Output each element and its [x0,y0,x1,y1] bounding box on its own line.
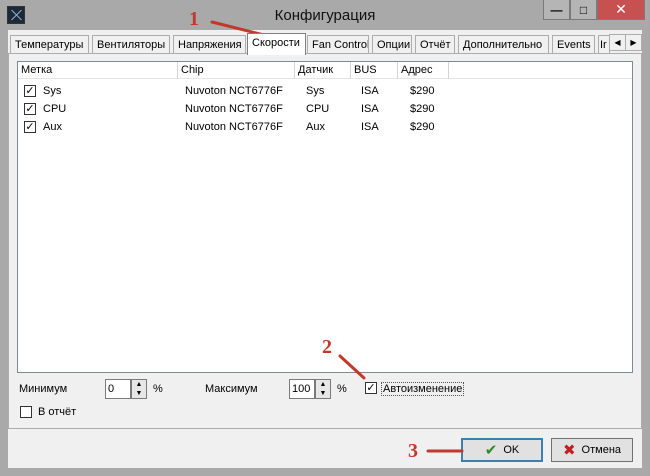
col-chip[interactable]: Chip [178,62,295,79]
max-spin-icon[interactable]: ▲ ▼ [315,379,331,399]
min-label: Минимум [19,383,68,395]
table-row[interactable]: ✓ CPU Nuvoton NCT6776F CPU ISA $290 [18,100,632,118]
checkmark-icon: ✔ [484,442,498,459]
annotation-1: 1 [189,8,199,30]
row-address: $290 [410,121,435,133]
min-input[interactable]: 0 [105,379,131,399]
row-chip: Nuvoton NCT6776F [185,85,283,97]
row-address: $290 [410,85,435,97]
row-address: $290 [410,103,435,115]
row-label: CPU [43,103,67,115]
row-sensor: Sys [306,85,325,97]
cross-icon: ✖ [562,442,576,459]
row-label: Aux [43,121,62,133]
max-input[interactable]: 100 [289,379,315,399]
col-label[interactable]: Метка [18,62,178,79]
row-bus: ISA [361,103,379,115]
col-bus[interactable]: BUS [351,62,398,79]
tab-events[interactable]: Events [552,35,595,54]
tab-strip: Температуры Вентиляторы Напряжения Скоро… [8,33,642,55]
maximize-button[interactable]: □ [570,0,597,20]
tab-temperatures[interactable]: Температуры [10,35,89,54]
tab-scroll-right-icon[interactable]: ▶ [625,34,642,51]
list-header: Метка Chip Датчик BUS Адрес [18,62,632,79]
tab-voltages[interactable]: Напряжения [173,35,246,54]
ok-button-label: OK [503,444,520,456]
cancel-button-label: Отмена [581,444,622,456]
minimize-button[interactable]: — [543,0,570,20]
range-controls: Минимум 0 ▲ ▼ % Максимум 100 ▲ ▼ % ✓ Автои… [9,374,643,430]
in-report-label[interactable]: В отчёт [38,406,76,418]
row-sensor: CPU [306,103,330,115]
row-chip: Nuvoton NCT6776F [185,121,283,133]
tab-fans[interactable]: Вентиляторы [92,35,170,54]
tab-speeds[interactable]: Скорости [247,33,306,55]
col-address[interactable]: Адрес [398,62,449,79]
row-sensor: Aux [306,121,325,133]
row-bus: ISA [361,85,379,97]
table-row[interactable]: ✓ Aux Nuvoton NCT6776F Aux ISA $290 [18,118,632,136]
row-label: Sys [43,85,62,97]
min-spin-icon[interactable]: ▲ ▼ [131,379,147,399]
max-label: Максимум [205,383,258,395]
close-button[interactable]: ✕ [597,0,645,20]
row-checkbox[interactable]: ✓ [24,121,36,133]
auto-change-checkbox[interactable]: ✓ [365,382,377,394]
tab-options[interactable]: Опции [372,35,412,54]
min-unit: % [153,383,163,395]
ok-button[interactable]: ✔ OK [461,438,543,462]
fan-speed-list[interactable]: Метка Chip Датчик BUS Адрес ✓ Sys Nuvoto… [17,61,633,373]
tab-advanced[interactable]: Дополнительно [458,35,549,54]
speeds-panel: Метка Chip Датчик BUS Адрес ✓ Sys Nuvoto… [8,53,642,429]
row-checkbox[interactable]: ✓ [24,103,36,115]
config-window: Конфигурация — □ ✕ Температуры Вентилято… [0,0,650,476]
tab-fan-control[interactable]: Fan Control [307,35,369,54]
row-chip: Nuvoton NCT6776F [185,103,283,115]
in-report-checkbox[interactable] [20,406,32,418]
col-sensor[interactable]: Датчик [295,62,351,79]
cancel-button[interactable]: ✖ Отмена [551,438,633,462]
annotation-3: 3 [408,440,418,462]
title-bar[interactable]: Конфигурация — □ ✕ [0,0,650,30]
client-area: Температуры Вентиляторы Напряжения Скоро… [8,30,642,468]
row-checkbox[interactable]: ✓ [24,85,36,97]
row-bus: ISA [361,121,379,133]
max-unit: % [337,383,347,395]
tab-report[interactable]: Отчёт [415,35,455,54]
annotation-2: 2 [322,336,332,358]
auto-change-label[interactable]: Автоизменение [381,382,465,396]
table-row[interactable]: ✓ Sys Nuvoton NCT6776F Sys ISA $290 [18,82,632,100]
tab-scroll-left-icon[interactable]: ◀ [609,34,626,51]
